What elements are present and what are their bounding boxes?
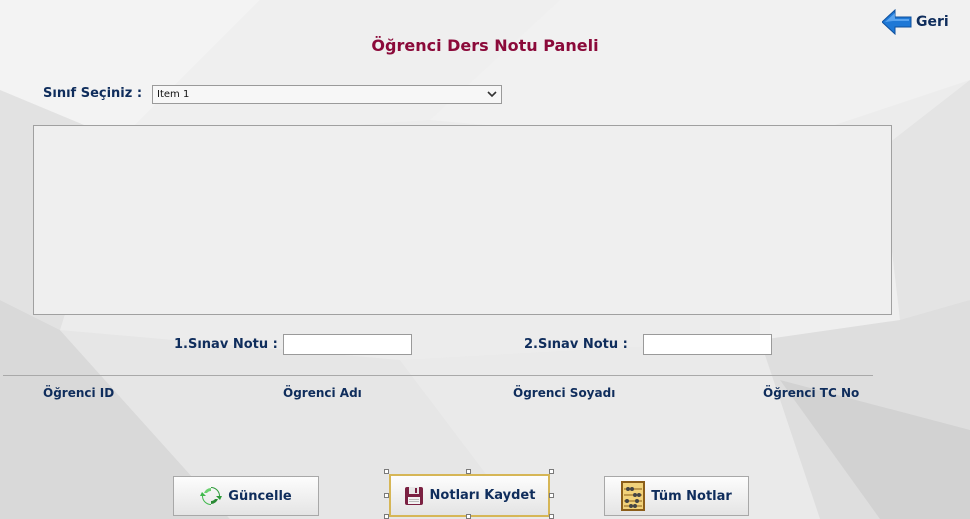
student-id-label: Öğrenci ID [43,386,115,400]
exam2-input[interactable] [643,334,772,355]
class-select[interactable]: Item 1 [152,85,502,104]
class-select-label: Sınıf Seçiniz : [43,86,143,101]
exam1-label: 1.Sınav Notu : [174,337,278,352]
update-button-label: Güncelle [228,488,292,504]
page-title: Öğrenci Ders Notu Paneli [371,36,599,55]
all-notes-button-label: Tüm Notlar [651,488,732,504]
update-button[interactable]: Güncelle [173,476,319,516]
abacus-icon [621,481,646,511]
back-label: Geri [916,14,949,30]
student-data-grid[interactable] [33,125,892,315]
exam2-label: 2.Sınav Notu : [524,337,628,352]
all-notes-button[interactable]: Tüm Notlar [604,476,749,516]
resize-handle-bl[interactable] [384,514,389,519]
resize-handle-br[interactable] [549,514,554,519]
student-name-label: Ögrenci Adı [283,386,362,400]
save-notes-button[interactable]: Notları Kaydet [389,474,550,517]
save-notes-button-label: Notları Kaydet [429,488,536,503]
resize-handle-tm[interactable] [466,469,471,474]
student-tc-label: Öğrenci TC No [763,386,860,400]
refresh-icon [200,487,223,505]
resize-handle-tl[interactable] [384,469,389,474]
divider-line [3,375,873,376]
resize-handle-mr[interactable] [549,493,554,498]
resize-handle-ml[interactable] [384,493,389,498]
student-surname-label: Ögrenci Soyadı [513,386,616,400]
exam1-input[interactable] [283,334,412,355]
chevron-down-icon [487,91,497,98]
left-arrow-icon [882,9,912,35]
floppy-disk-icon [404,486,423,505]
back-button[interactable]: Geri [882,8,949,36]
class-select-value: Item 1 [157,89,190,100]
resize-handle-tr[interactable] [549,469,554,474]
resize-handle-bm[interactable] [466,514,471,519]
